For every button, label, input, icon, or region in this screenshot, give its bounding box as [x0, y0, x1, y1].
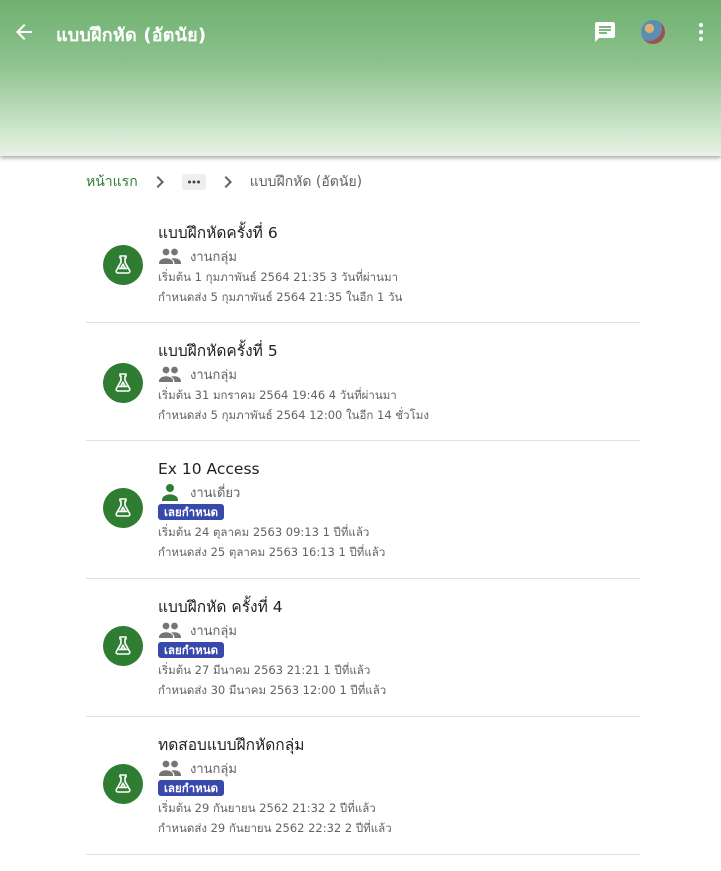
group-icon — [158, 247, 190, 265]
item-title: ทดสอบแบบฝึกหัดกลุ่ม — [158, 736, 305, 754]
assignment-list: แบบฝึกหัดครั้งที่ 6 งานกลุ่ม เริ่มต้น 1 กุ… — [86, 205, 640, 855]
overdue-badge: เลยกำหนด — [158, 780, 225, 796]
list-item[interactable]: แบบฝึกหัด ครั้งที่ 4 งานกลุ่มเลยกำหนดเริ่… — [86, 579, 640, 717]
item-body: แบบฝึกหัด ครั้งที่ 4 งานกลุ่มเลยกำหนดเริ่… — [158, 597, 640, 700]
breadcrumb-home[interactable]: หน้าแรก — [86, 171, 138, 193]
item-body: ทดสอบแบบฝึกหัดกลุ่มงานกลุ่มเลยกำหนดเริ่ม… — [158, 735, 640, 838]
chat-icon[interactable] — [593, 20, 617, 44]
overdue-badge: เลยกำหนด — [158, 504, 225, 520]
item-body: Ex 10 Access งานเดี่ยวเลยกำหนดเริ่มต้น 24… — [158, 459, 640, 562]
item-start-date: เริ่มต้น 29 กันยายน 2562 21:32 2 ปีที่แล… — [158, 801, 376, 815]
item-title: แบบฝึกหัดครั้งที่ 6 — [158, 224, 278, 242]
list-item[interactable]: ทดสอบแบบฝึกหัดกลุ่มงานกลุ่มเลยกำหนดเริ่ม… — [86, 717, 640, 855]
item-kind-label: งานกลุ่ม — [190, 367, 237, 383]
list-item[interactable]: แบบฝึกหัดครั้งที่ 6 งานกลุ่มเริ่มต้น 1 กุ… — [86, 205, 640, 323]
item-kind: งานกลุ่ม — [158, 247, 640, 265]
item-kind: งานกลุ่ม — [158, 365, 640, 383]
breadcrumb: หน้าแรก แบบฝึกหัด (อัตนัย) — [86, 170, 362, 194]
chevron-right-icon — [224, 176, 232, 188]
list-item[interactable]: แบบฝึกหัดครั้งที่ 5 งานกลุ่มเริ่มต้น 31 ม… — [86, 323, 640, 441]
item-kind-label: งานกลุ่ม — [190, 623, 237, 639]
item-body: แบบฝึกหัดครั้งที่ 6 งานกลุ่มเริ่มต้น 1 กุ… — [158, 223, 640, 307]
item-start-date: เริ่มต้น 27 มีนาคม 2563 21:21 1 ปีที่แล้… — [158, 663, 371, 677]
flask-icon — [103, 245, 143, 285]
page-title: แบบฝึกหัด (อัตนัย) — [56, 25, 207, 46]
breadcrumb-ellipsis[interactable] — [181, 174, 206, 190]
arrow-back-icon[interactable] — [12, 20, 36, 44]
flask-icon — [103, 363, 143, 403]
item-title: Ex 10 Access — [158, 460, 260, 478]
item-due-date: กำหนดส่ง 5 กุมภาพันธ์ 2564 12:00 ในอีก 1… — [158, 408, 429, 422]
item-title: แบบฝึกหัด ครั้งที่ 4 — [158, 598, 283, 616]
item-due-date: กำหนดส่ง 29 กันยายน 2562 22:32 2 ปีที่แล… — [158, 821, 392, 835]
group-icon — [158, 621, 190, 639]
avatar[interactable] — [641, 20, 665, 44]
person-icon — [158, 483, 190, 501]
item-start-date: เริ่มต้น 24 ตุลาคม 2563 09:13 1 ปีที่แล้… — [158, 525, 370, 539]
chevron-right-icon — [156, 176, 164, 188]
flask-icon — [103, 764, 143, 804]
item-due-date: กำหนดส่ง 25 ตุลาคม 2563 16:13 1 ปีที่แล้… — [158, 545, 386, 559]
item-kind: งานกลุ่ม — [158, 621, 640, 639]
flask-icon — [103, 626, 143, 666]
item-start-date: เริ่มต้น 1 กุมภาพันธ์ 2564 21:35 3 วันที… — [158, 270, 399, 284]
item-kind: งานเดี่ยว — [158, 483, 640, 501]
item-kind: งานกลุ่ม — [158, 759, 640, 777]
more-vert-icon[interactable] — [689, 20, 713, 44]
item-kind-label: งานกลุ่ม — [190, 249, 237, 265]
item-title: แบบฝึกหัดครั้งที่ 5 — [158, 342, 278, 360]
breadcrumb-current: แบบฝึกหัด (อัตนัย) — [249, 174, 363, 190]
item-body: แบบฝึกหัดครั้งที่ 5 งานกลุ่มเริ่มต้น 31 ม… — [158, 341, 640, 425]
item-kind-label: งานเดี่ยว — [190, 485, 241, 501]
item-start-date: เริ่มต้น 31 มกราคม 2564 19:46 4 วันที่ผ่… — [158, 388, 397, 402]
group-icon — [158, 759, 190, 777]
overdue-badge: เลยกำหนด — [158, 642, 225, 658]
item-due-date: กำหนดส่ง 30 มีนาคม 2563 12:00 1 ปีที่แล้… — [158, 683, 387, 697]
item-due-date: กำหนดส่ง 5 กุมภาพันธ์ 2564 21:35 ในอีก 1… — [158, 290, 403, 304]
app-bar: แบบฝึกหัด (อัตนัย) — [0, 0, 721, 156]
group-icon — [158, 365, 190, 383]
list-item[interactable]: Ex 10 Access งานเดี่ยวเลยกำหนดเริ่มต้น 24… — [86, 441, 640, 579]
item-kind-label: งานกลุ่ม — [190, 761, 237, 777]
more-horiz-icon — [187, 180, 200, 184]
flask-icon — [103, 488, 143, 528]
